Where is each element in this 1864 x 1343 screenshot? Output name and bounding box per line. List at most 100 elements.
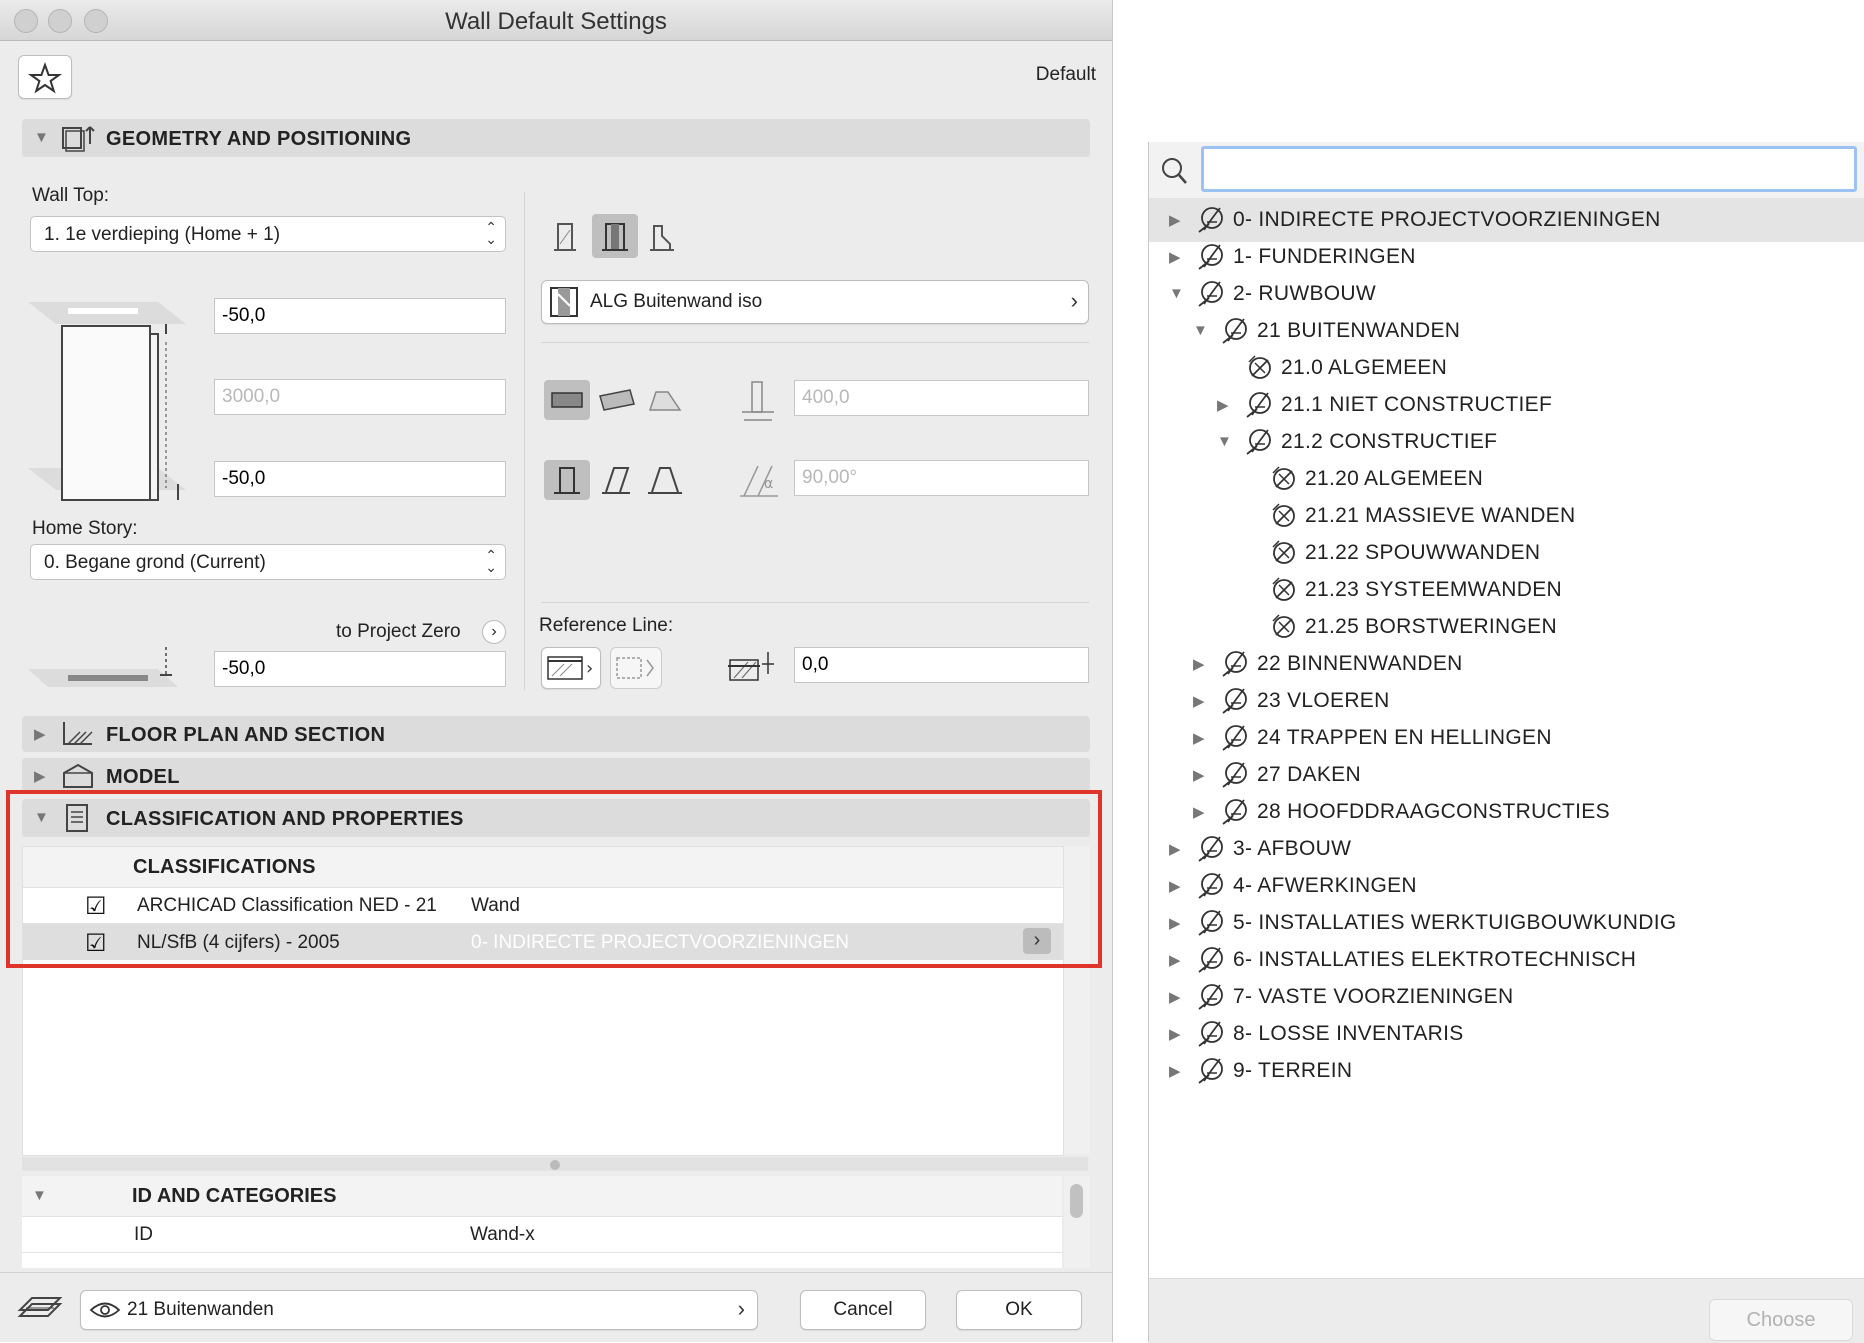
expand-triangle-icon[interactable]: ▶	[1193, 803, 1205, 821]
expand-triangle-icon[interactable]: ▶	[1169, 211, 1181, 229]
home-story-value: 0. Begane grond (Current)	[44, 552, 266, 573]
wall-geometry-straight-button[interactable]	[544, 214, 590, 258]
floor-plan-icon	[63, 722, 93, 745]
thickness-input[interactable]	[794, 380, 1089, 416]
layer-name: 21 Buitenwanden	[127, 1299, 274, 1320]
properties-scrollbar-track[interactable]	[1064, 1176, 1090, 1268]
top-offset-input[interactable]	[214, 298, 506, 334]
wall-geometry-composite-button[interactable]	[592, 214, 638, 258]
choose-button[interactable]: Choose	[1709, 1299, 1853, 1341]
expand-triangle-icon[interactable]: ▶	[1169, 1062, 1181, 1080]
footer-divider	[0, 1272, 1112, 1273]
classification-tree-item-label: 21.23 SYSTEEMWANDEN	[1305, 578, 1562, 601]
composite-selector-button[interactable]: ALG Buitenwand iso ›	[541, 280, 1089, 324]
composite-pattern-icon	[550, 287, 578, 317]
collapse-triangle-icon[interactable]: ▼	[1217, 433, 1232, 450]
bottom-offset-input[interactable]	[214, 461, 506, 497]
classification-tree-item-label: 3- AFBOUW	[1233, 837, 1352, 860]
svg-text:›: ›	[586, 658, 593, 679]
reference-offset-input[interactable]	[794, 647, 1089, 683]
ok-button[interactable]: OK	[956, 1290, 1082, 1330]
wall-double-slanted-button[interactable]	[642, 460, 688, 500]
highlight-annotation	[6, 790, 1102, 968]
id-categories-header-row[interactable]: ▼ ID AND CATEGORIES	[22, 1176, 1062, 1217]
project-zero-toggle-button[interactable]: ›	[482, 620, 506, 644]
divider	[541, 602, 1089, 603]
floor-plan-section-header[interactable]: ▶ FLOOR PLAN AND SECTION	[22, 716, 1090, 752]
classification-tree-item-label: 4- AFWERKINGEN	[1233, 874, 1417, 897]
geometry-section-header[interactable]: ▼ GEOMETRY AND POSITIONING	[22, 119, 1090, 157]
collapse-triangle-icon: ▼	[32, 1187, 47, 1204]
wall-height-input[interactable]	[214, 379, 506, 415]
reference-offset-icon	[728, 652, 774, 681]
wall-slanted-button[interactable]	[594, 460, 640, 500]
classification-tree-item-label: 22 BINNENWANDEN	[1257, 652, 1463, 675]
cancel-button[interactable]: Cancel	[800, 1290, 926, 1330]
property-name: ID	[134, 1224, 153, 1245]
splitter-handle-icon[interactable]	[550, 1160, 560, 1170]
expand-triangle-icon[interactable]: ▶	[1217, 396, 1229, 414]
pane-splitter[interactable]	[22, 1157, 1088, 1171]
chooser-footer: Choose	[1149, 1278, 1864, 1343]
model-section-header[interactable]: ▶ MODEL	[22, 758, 1090, 794]
collapse-triangle-icon[interactable]: ▼	[1193, 322, 1208, 339]
trapezoid-profile-icon	[648, 467, 682, 494]
window-title: Wall Default Settings	[445, 8, 667, 35]
layer-stack-icon	[17, 1297, 63, 1317]
reference-line-icon: ›	[547, 656, 593, 680]
favorites-button[interactable]	[18, 55, 72, 99]
structure-profile-button[interactable]	[642, 380, 688, 420]
classification-tree-item-label: 1- FUNDERINGEN	[1233, 245, 1416, 268]
profile-wall-icon	[650, 225, 674, 251]
divider	[541, 342, 1089, 343]
straight-profile-icon	[554, 467, 580, 494]
classification-tree-item-label: 21.2 CONSTRUCTIEF	[1281, 430, 1498, 453]
basic-fill-icon	[551, 392, 583, 408]
id-categories-header: ID AND CATEGORIES	[132, 1185, 337, 1207]
wall-geometry-profile-button[interactable]	[640, 214, 686, 258]
reference-line-label: Reference Line:	[539, 615, 674, 636]
home-story-select[interactable]: 0. Begane grond (Current) ⌃ ⌄	[30, 544, 506, 580]
structure-basic-button[interactable]	[544, 380, 590, 420]
wall-top-select[interactable]: 1. 1e verdieping (Home + 1) ⌃ ⌄	[30, 216, 506, 252]
flip-reference-line-button[interactable]	[610, 647, 662, 689]
classification-tree-item-label: 21 BUITENWANDEN	[1257, 319, 1461, 342]
structure-composite-button[interactable]	[594, 380, 640, 420]
expand-triangle-icon[interactable]: ▶	[1169, 988, 1181, 1006]
expand-triangle-icon[interactable]: ▶	[1193, 729, 1205, 747]
wall-straight-button[interactable]	[544, 460, 590, 500]
classification-tree-item[interactable]: ▶ 9- TERREIN	[1155, 1049, 1864, 1093]
chooser-search-input[interactable]	[1201, 146, 1857, 192]
expand-triangle-icon[interactable]: ▶	[1169, 914, 1181, 932]
classification-branch-icon	[1195, 1055, 1229, 1092]
project-zero-input[interactable]	[214, 651, 506, 687]
wall-settings-dialog: Wall Default Settings Default ▼ GEOMETRY…	[0, 0, 1113, 1342]
slanted-fill-icon	[599, 389, 635, 411]
floor-plan-section-title: FLOOR PLAN AND SECTION	[106, 724, 386, 746]
flip-icon	[616, 657, 654, 679]
collapse-triangle-icon[interactable]: ▼	[1169, 285, 1184, 302]
expand-triangle-icon[interactable]: ▶	[1193, 692, 1205, 710]
expand-triangle-icon[interactable]: ▶	[1193, 655, 1205, 673]
wall-diagram-icon	[28, 302, 186, 501]
expand-triangle-icon[interactable]: ▶	[1169, 951, 1181, 969]
expand-triangle-icon[interactable]: ▶	[1193, 766, 1205, 784]
reference-line-location-button[interactable]: ›	[541, 647, 601, 689]
expand-triangle-icon[interactable]: ▶	[1169, 840, 1181, 858]
property-row[interactable]: ID Wand-x	[22, 1216, 1062, 1253]
expand-triangle-icon[interactable]: ▶	[1169, 248, 1181, 266]
slant-angle-icon: α	[740, 465, 778, 497]
expand-triangle-icon[interactable]: ▶	[1169, 877, 1181, 895]
layer-selector-button[interactable]: 21 Buitenwanden ›	[80, 1290, 758, 1330]
properties-table: ▼ ID AND CATEGORIES ID Wand-x	[22, 1176, 1062, 1268]
classification-tree-item-label: 9- TERREIN	[1233, 1059, 1353, 1082]
expand-triangle-icon[interactable]: ▶	[1169, 1025, 1181, 1043]
slant-angle-input[interactable]	[794, 460, 1089, 496]
composite-wall-icon	[602, 223, 628, 251]
classification-tree-item-label: 0- INDIRECTE PROJECTVOORZIENINGEN	[1233, 208, 1661, 231]
select-arrows-icon: ⌃ ⌄	[485, 547, 497, 575]
expand-triangle-icon: ▶	[34, 768, 46, 785]
wall-geometry-icon	[62, 126, 95, 152]
straight-wall-icon	[554, 223, 576, 251]
properties-scrollbar-thumb[interactable]	[1070, 1184, 1083, 1218]
